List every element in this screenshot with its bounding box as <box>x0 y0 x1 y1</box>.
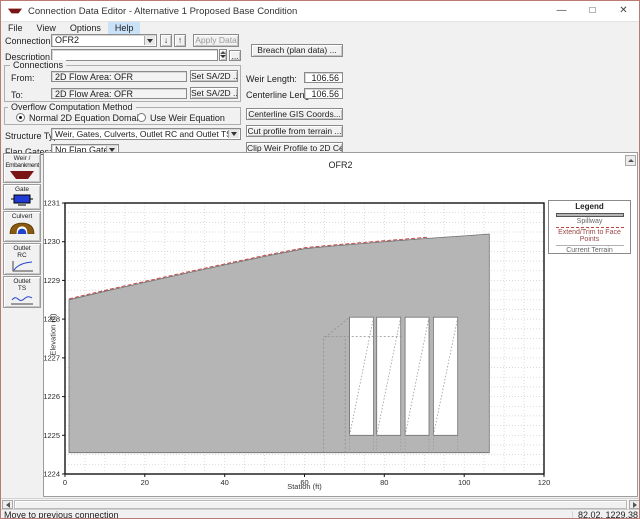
next-connection-button[interactable]: ↑ <box>174 34 186 47</box>
menu-options[interactable]: Options <box>63 22 108 34</box>
connection-combobox[interactable]: OFR2 <box>51 34 157 47</box>
structure-type-combobox[interactable]: Weir, Gates, Culverts, Outlet RC and Out… <box>51 128 241 140</box>
breach-plan-data-button[interactable]: Breach (plan data) ... <box>251 44 343 57</box>
status-bar: Move to previous connection 82.02, 1229.… <box>1 509 640 519</box>
window-title: Connection Data Editor - Alternative 1 P… <box>28 6 297 17</box>
weir-length-value: 106.56 <box>304 72 343 83</box>
set-sa2d-to-button[interactable]: Set SA/2D ... <box>190 87 238 99</box>
panel-scroll-up-button[interactable] <box>625 155 636 166</box>
maximize-button[interactable]: □ <box>577 1 608 21</box>
to-label: To: <box>11 90 23 100</box>
gate-label: Gate <box>15 186 29 193</box>
svg-text:1225: 1225 <box>44 431 60 440</box>
legend-label-spillway: Spillway <box>549 218 630 225</box>
weir-icon <box>9 170 35 180</box>
from-label: From: <box>11 73 35 83</box>
legend-label-current-terrain: Current Terrain <box>549 247 630 254</box>
outlet-ts-label-1: Outlet <box>13 278 30 285</box>
svg-text:1229: 1229 <box>44 276 60 285</box>
menu-view[interactable]: View <box>30 22 63 34</box>
connections-group-title: Connections <box>10 60 66 70</box>
svg-text:1231: 1231 <box>44 199 60 208</box>
svg-text:1228: 1228 <box>44 315 60 324</box>
arrow-left-icon <box>6 502 10 508</box>
description-spinner[interactable] <box>219 49 227 61</box>
spinner-up-icon <box>220 51 226 54</box>
svg-text:100: 100 <box>458 478 471 487</box>
from-value-field: 2D Flow Area: OFR <box>51 71 187 82</box>
cursor-coordinates: 82.02, 1229.38 <box>578 510 638 519</box>
weir-embankment-button[interactable]: Weir / Embankment <box>3 153 41 183</box>
structure-type-value: Weir, Gates, Culverts, Outlet RC and Out… <box>55 129 232 139</box>
overflow-radio-weir-label[interactable]: Use Weir Equation <box>150 113 225 123</box>
legend-swatch-extend-trim <box>556 227 624 228</box>
app-weir-icon <box>8 6 22 16</box>
scroll-left-button[interactable] <box>2 500 13 509</box>
chevron-down-icon[interactable] <box>144 36 155 45</box>
status-divider <box>572 511 573 519</box>
svg-text:1226: 1226 <box>44 392 60 401</box>
svg-text:0: 0 <box>63 478 67 487</box>
svg-text:120: 120 <box>538 478 551 487</box>
weir-embankment-label-1: Weir / <box>14 155 31 162</box>
legend-label-extend-trim: Extend/Trim to Face Points <box>549 229 630 243</box>
cut-profile-from-terrain-button[interactable]: Cut profile from terrain ... <box>246 125 343 137</box>
weir-length-label: Weir Length: <box>246 74 297 84</box>
scroll-right-button[interactable] <box>629 500 640 509</box>
time-series-icon <box>9 293 35 305</box>
svg-text:1230: 1230 <box>44 237 60 246</box>
to-value-field: 2D Flow Area: OFR <box>51 88 187 99</box>
centerline-gis-coords-button[interactable]: Centerline GIS Coords... <box>246 108 343 120</box>
centerline-length-value: 106.56 <box>304 88 343 99</box>
connection-label: Connection: <box>5 36 53 46</box>
arrow-right-icon <box>633 502 637 508</box>
overflow-radio-normal-label[interactable]: Normal 2D Equation Domain <box>29 113 144 123</box>
spinner-down-icon <box>220 55 226 58</box>
legend-swatch-current-terrain <box>556 245 624 246</box>
menu-file[interactable]: File <box>1 22 30 34</box>
culvert-label: Culvert <box>12 213 33 220</box>
legend-swatch-spillway <box>556 213 624 217</box>
svg-text:60: 60 <box>300 478 308 487</box>
svg-text:1224: 1224 <box>44 470 60 479</box>
outlet-ts-label-2: TS <box>18 285 26 292</box>
overflow-method-title: Overflow Computation Method <box>8 102 136 112</box>
arrow-up-icon <box>628 159 634 162</box>
svg-text:80: 80 <box>380 478 388 487</box>
set-sa2d-from-button[interactable]: Set SA/2D ... <box>190 70 238 82</box>
outlet-rc-label-2: RC <box>17 252 26 259</box>
weir-embankment-label-2: Embankment <box>5 162 38 169</box>
connection-data-editor-window: Connection Data Editor - Alternative 1 P… <box>0 0 640 519</box>
outlet-rc-button[interactable]: Outlet RC <box>3 243 41 275</box>
gate-icon <box>9 194 35 206</box>
menu-bar: File View Options Help <box>1 22 639 34</box>
connection-value: OFR2 <box>55 35 79 45</box>
scrollbar-thumb[interactable] <box>14 500 627 509</box>
apply-data-button[interactable]: Apply Data <box>193 34 239 47</box>
profile-plot-panel: OFR2 Elevation (ft) Station (ft) 0204060… <box>43 152 638 497</box>
previous-connection-button[interactable]: ↓ <box>160 34 172 47</box>
gate-button[interactable]: Gate <box>3 184 41 210</box>
outlet-ts-button[interactable]: Outlet TS <box>3 276 41 308</box>
rating-curve-icon <box>9 260 35 272</box>
outlet-rc-label-1: Outlet <box>13 245 30 252</box>
description-expand-button[interactable]: ... <box>229 50 241 61</box>
culvert-icon <box>9 221 35 234</box>
svg-text:20: 20 <box>141 478 149 487</box>
title-bar[interactable]: Connection Data Editor - Alternative 1 P… <box>1 1 639 22</box>
status-message: Move to previous connection <box>4 510 119 519</box>
close-button[interactable]: ✕ <box>608 1 639 21</box>
legend-title: Legend <box>549 201 630 211</box>
menu-help[interactable]: Help <box>108 22 141 34</box>
chevron-down-icon[interactable] <box>228 130 239 138</box>
minimize-button[interactable]: — <box>546 1 577 21</box>
description-input[interactable] <box>51 49 218 61</box>
culvert-button[interactable]: Culvert <box>3 211 41 242</box>
svg-text:40: 40 <box>221 478 229 487</box>
overflow-radio-weir[interactable] <box>137 113 146 122</box>
legend: Legend Spillway Extend/Trim to Face Poin… <box>548 200 631 254</box>
svg-text:1227: 1227 <box>44 353 60 362</box>
overflow-radio-normal[interactable] <box>16 113 25 122</box>
horizontal-scrollbar[interactable] <box>1 498 640 509</box>
